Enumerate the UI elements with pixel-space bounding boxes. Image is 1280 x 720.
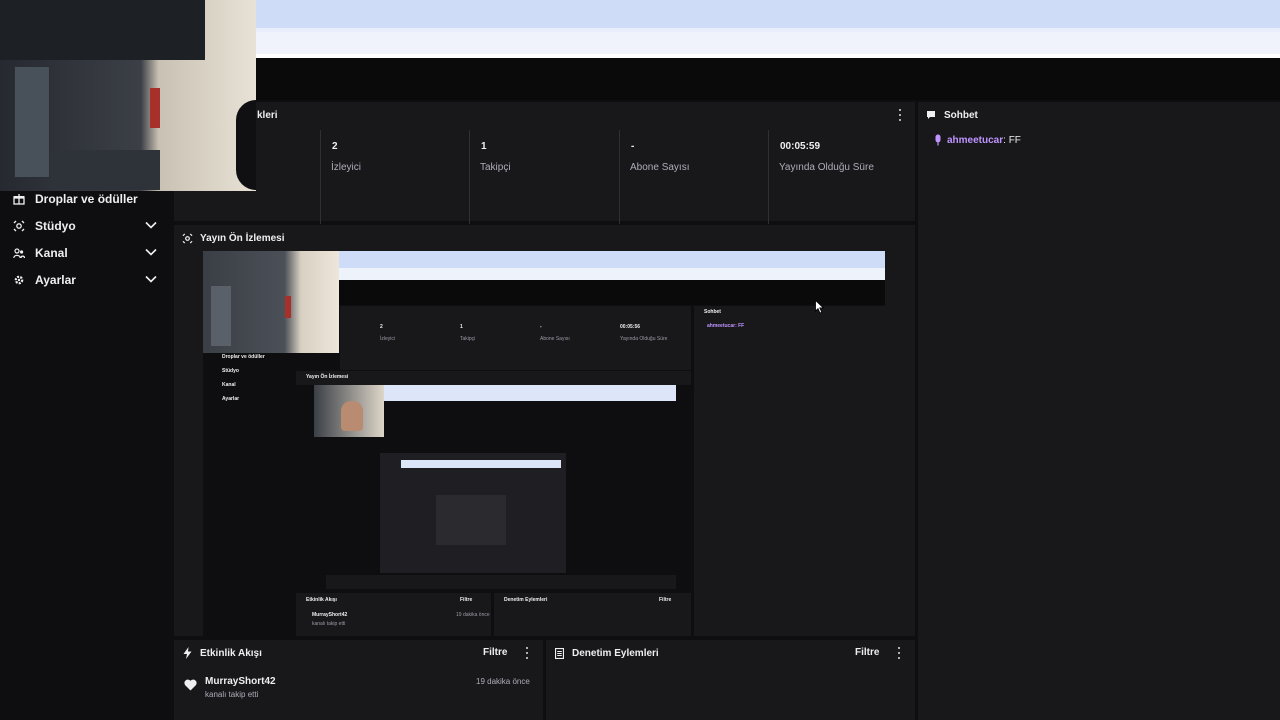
gift-icon	[13, 193, 25, 205]
panel-header: Yayın Ön İzlemesi	[174, 225, 915, 251]
preview-moderation-title: Denetim Eylemleri	[504, 597, 548, 603]
stream-preview-video[interactable]: Droplar ve ödüller Stüdyo Kanal Ayarlar …	[203, 251, 885, 636]
preview-stat-value: 00:05:56	[620, 324, 641, 330]
panel-header: kleri	[174, 102, 915, 128]
preview-preview-title: Yayın Ön İzlemesi	[306, 374, 349, 380]
mouse-cursor-icon	[815, 300, 825, 314]
event-action: kanalı takip etti	[205, 690, 259, 699]
preview-sidebar-item: Kanal	[222, 382, 236, 388]
more-options-icon[interactable]	[898, 109, 902, 121]
stat-subscribers: - Abone Sayısı	[619, 130, 768, 224]
preview-stat-value: 2	[380, 324, 383, 330]
sidebar-item-channel[interactable]: Kanal	[0, 240, 172, 266]
microphone-icon	[935, 134, 941, 146]
lightning-icon	[181, 647, 193, 659]
filter-button[interactable]: Filtre	[483, 647, 507, 658]
panel-title: Sohbet	[944, 109, 978, 121]
sidebar-item-settings[interactable]: Ayarlar	[0, 267, 172, 293]
stream-preview-panel: Yayın Ön İzlemesi	[174, 225, 915, 251]
stat-followers: 1 Takipçi	[469, 130, 618, 224]
preview-chat: Sohbet ahmeetucar: FF	[694, 306, 885, 636]
chat-panel: Sohbet ahmeetucar : FF	[918, 102, 1280, 720]
sidebar-item-label: Kanal	[35, 246, 68, 260]
panel-title: Denetim Eylemleri	[572, 647, 659, 659]
stat-value: 1	[481, 141, 487, 152]
preview-event-action: kanalı takip etti	[312, 621, 346, 627]
chat-icon	[925, 109, 937, 121]
panel-header: Sohbet	[918, 102, 1280, 128]
stat-label: İzleyici	[331, 162, 362, 173]
preview-activity-title: Etkinlik Akışı	[306, 597, 337, 603]
stat-value: 2	[332, 141, 338, 152]
preview-webcam	[203, 251, 339, 353]
preview-stats: 2 İzleyici 1 Takipçi - Abone Sayısı 00:0…	[340, 306, 691, 370]
more-options-icon[interactable]	[897, 647, 901, 659]
stat-label: Yayında Olduğu Süre	[779, 162, 874, 173]
stream-stats-panel: kleri 2 İzleyici 1 Takipçi - Abone Sayıs…	[174, 102, 917, 224]
sidebar-item-studio[interactable]: Stüdyo	[0, 213, 172, 239]
panel-title: Etkinlik Akışı	[200, 647, 262, 659]
event-time: 19 dakika önce	[476, 677, 530, 686]
chat-username[interactable]: ahmeetucar	[947, 135, 1003, 146]
preview-activity: Etkinlik Akışı Filtre MurrayShort42 kana…	[296, 593, 491, 636]
panel-title: kleri	[257, 109, 278, 121]
stat-value: 00:05:59	[780, 141, 821, 152]
chevron-down-icon[interactable]	[144, 272, 158, 286]
chat-message: ahmeetucar : FF	[934, 134, 1021, 146]
stat-live-duration: 00:05:59 Yayında Olduğu Süre	[768, 130, 917, 224]
webcam-overlay	[0, 0, 256, 191]
users-icon	[13, 247, 25, 259]
heart-icon	[184, 678, 197, 696]
stat-value: -	[631, 141, 635, 152]
document-icon	[553, 647, 565, 659]
preview-event-time: 19 dakika önce	[456, 612, 490, 618]
chevron-down-icon[interactable]	[144, 218, 158, 232]
studio-icon	[13, 220, 25, 232]
stat-label: Takipçi	[480, 162, 511, 173]
preview-chat-message: ahmeetucar: FF	[707, 323, 745, 329]
preview-chat-title: Sohbet	[704, 309, 721, 315]
sidebar-item-label: Stüdyo	[35, 219, 76, 233]
event-user[interactable]: MurrayShort42	[205, 676, 276, 687]
preview-sidebar-item: Droplar ve ödüller	[222, 354, 265, 360]
preview-stat-label: Yayında Olduğu Süre	[620, 336, 668, 342]
more-options-icon[interactable]	[525, 647, 529, 659]
filter-button[interactable]: Filtre	[855, 647, 879, 658]
gear-icon	[13, 274, 25, 286]
preview-sidebar-item: Ayarlar	[222, 396, 240, 402]
preview-sidebar-item: Stüdyo	[222, 368, 239, 374]
preview-moderation: Denetim Eylemleri Filtre	[494, 593, 691, 636]
sidebar-item-label: Ayarlar	[35, 273, 76, 287]
stat-label: Abone Sayısı	[630, 162, 690, 173]
preview-filter: Filtre	[659, 597, 672, 603]
preview-event-user: MurrayShort42	[312, 612, 348, 618]
stat-viewers: 2 İzleyici	[320, 130, 469, 224]
preview-stat-value: -	[540, 324, 542, 330]
panel-title: Yayın Ön İzlemesi	[200, 232, 285, 244]
chevron-down-icon[interactable]	[144, 245, 158, 259]
sidebar: Droplar ve ödüller Stüdyo Kanal Ayarlar	[0, 100, 172, 720]
preview-stat-label: Takipçi	[460, 336, 476, 342]
preview-stat-value: 1	[460, 324, 463, 330]
preview-stat-label: İzleyici	[380, 336, 396, 342]
activity-feed-panel: Etkinlik Akışı Filtre MurrayShort42 kana…	[174, 640, 543, 720]
preview-stat-label: Abone Sayısı	[540, 336, 570, 342]
preview-preview-header: Yayın Ön İzlemesi	[296, 371, 691, 385]
chat-text: : FF	[1003, 134, 1021, 146]
moderation-actions-panel: Denetim Eylemleri Filtre	[546, 640, 915, 720]
broadcast-icon	[181, 232, 193, 244]
preview-nested-video	[296, 385, 691, 591]
sidebar-item-label: Droplar ve ödüller	[35, 192, 138, 206]
preview-filter: Filtre	[460, 597, 473, 603]
